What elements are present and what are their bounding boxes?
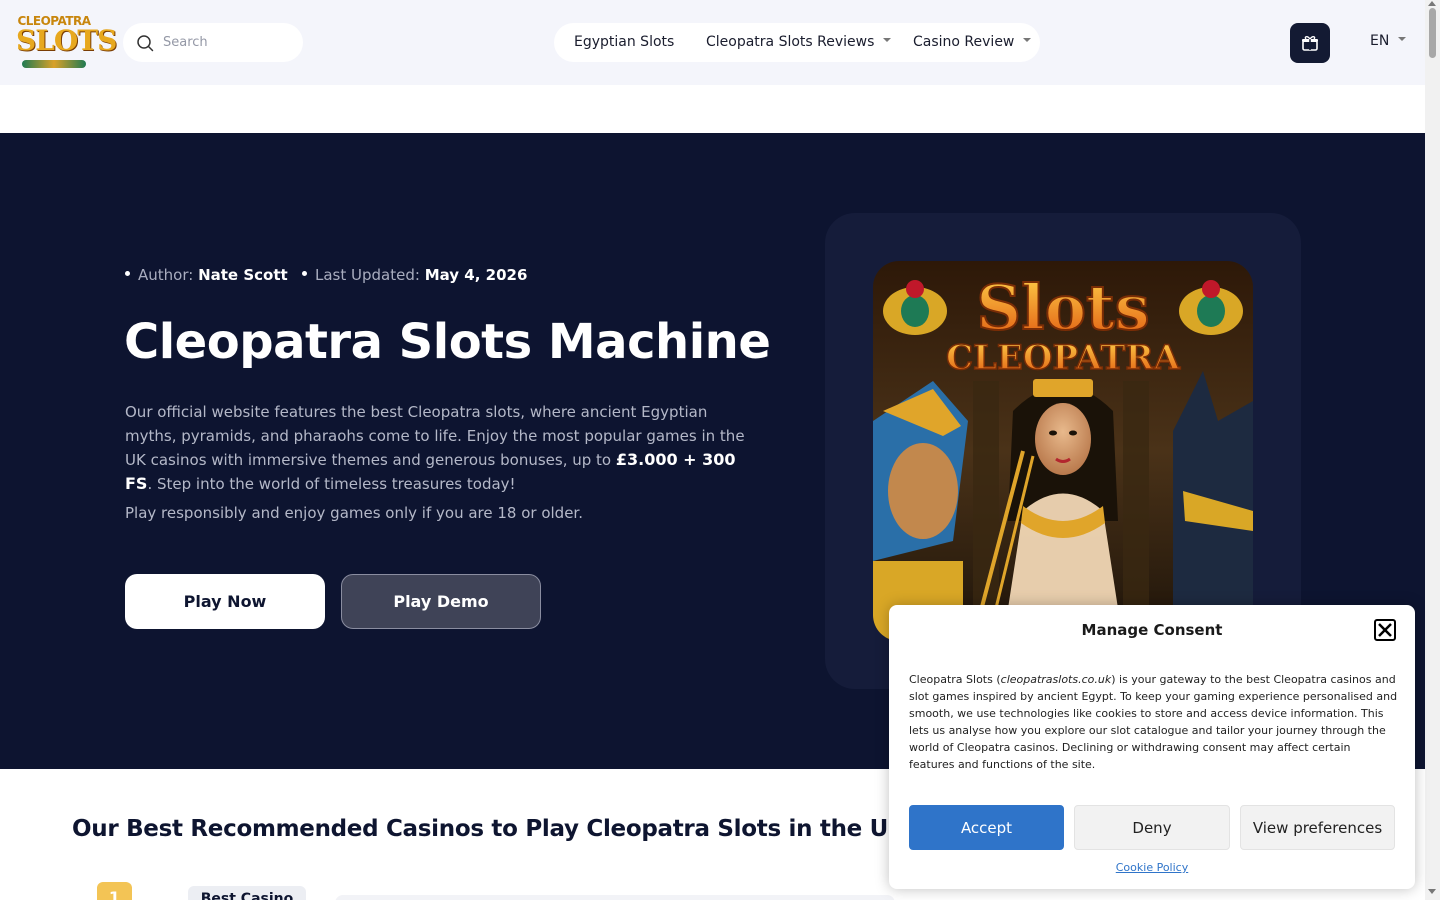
scroll-down-arrow-icon[interactable] <box>1428 889 1436 894</box>
consent-title: Manage Consent <box>1081 621 1223 639</box>
consent-text: Cleopatra Slots (cleopatraslots.co.uk) i… <box>909 671 1399 773</box>
nav-item-casino-review[interactable]: Casino Review <box>913 23 1032 62</box>
cookie-policy-link[interactable]: Cookie Policy <box>889 861 1415 874</box>
hero-desc-part-2: . Step into the world of timeless treasu… <box>147 475 516 493</box>
consent-text-part-1: Cleopatra Slots ( <box>909 673 1001 686</box>
site-logo[interactable]: CLEOPATRA SLOTS <box>16 14 117 70</box>
language-selector[interactable]: EN <box>1370 33 1407 49</box>
logo-main-text: SLOTS <box>16 24 117 57</box>
search-input[interactable] <box>163 23 293 62</box>
gift-button[interactable] <box>1290 23 1330 63</box>
updated-date: May 4, 2026 <box>424 266 528 284</box>
scroll-up-arrow-icon[interactable] <box>1428 1 1436 6</box>
language-label: EN <box>1370 33 1390 49</box>
hero-description: Our official website features the best C… <box>125 400 755 496</box>
close-icon <box>1378 623 1392 637</box>
scrollbar-thumb[interactable] <box>1429 8 1436 58</box>
article-meta: Author: Nate Scott Last Updated: May 4, … <box>125 266 527 284</box>
close-button[interactable] <box>1374 619 1396 641</box>
nav-item-label: Egyptian Slots <box>574 34 675 50</box>
deny-button[interactable]: Deny <box>1074 805 1230 850</box>
image-title-slots: Slots <box>976 271 1149 344</box>
logo-ornament <box>22 60 86 68</box>
image-title-cleopatra: CLEOPATRA <box>946 338 1181 378</box>
search-icon <box>137 35 154 52</box>
cleopatra-artwork: Slots CLEOPATRA <box>873 261 1253 641</box>
nav-item-label: Casino Review <box>913 34 1015 50</box>
responsible-gaming-note: Play responsibly and enjoy games only if… <box>125 504 583 522</box>
chevron-down-icon <box>883 38 892 42</box>
site-header: CLEOPATRA SLOTS Egyptian Slots Cleopatra… <box>0 0 1425 85</box>
search-box[interactable] <box>123 23 303 62</box>
main-nav: Egyptian Slots Cleopatra Slots Reviews C… <box>554 23 1040 62</box>
accept-button[interactable]: Accept <box>909 805 1064 850</box>
page-scrollbar[interactable] <box>1425 0 1440 900</box>
author-name: Nate Scott <box>198 266 288 284</box>
page-title: Cleopatra Slots Machine <box>124 314 771 370</box>
view-preferences-button[interactable]: View preferences <box>1240 805 1395 850</box>
author-label: Author: <box>138 266 194 284</box>
bullet-icon <box>125 271 130 276</box>
chevron-down-icon <box>1023 38 1032 42</box>
play-demo-button[interactable]: Play Demo <box>341 574 541 629</box>
consent-dialog: Manage Consent Cleopatra Slots (cleopatr… <box>889 605 1415 889</box>
casino-card <box>335 895 895 900</box>
rank-badge: 1 <box>97 882 132 900</box>
best-casino-badge: Best Casino <box>188 886 306 900</box>
chevron-down-icon <box>1398 37 1407 41</box>
updated-label: Last Updated: <box>314 266 420 284</box>
section-title: Our Best Recommended Casinos to Play Cle… <box>72 816 906 842</box>
play-now-button[interactable]: Play Now <box>125 574 325 629</box>
consent-text-part-2: ) is your gateway to the best Cleopatra … <box>909 673 1398 771</box>
nav-item-label: Cleopatra Slots Reviews <box>706 34 875 50</box>
nav-item-egyptian-slots[interactable]: Egyptian Slots <box>574 23 674 62</box>
nav-item-cleopatra-slots-reviews[interactable]: Cleopatra Slots Reviews <box>706 23 892 62</box>
cleopatra-slots-image[interactable]: Slots CLEOPATRA <box>873 261 1253 641</box>
bullet-icon <box>301 271 307 276</box>
consent-domain: cleopatraslots.co.uk <box>1000 673 1112 686</box>
gift-icon <box>1302 36 1318 51</box>
